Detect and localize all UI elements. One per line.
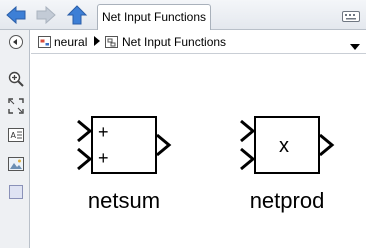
model-canvas[interactable]: + + x netsum netprod: [31, 55, 366, 248]
annotation-icon[interactable]: A: [8, 127, 24, 143]
palette: A: [0, 30, 30, 248]
fit-to-view-icon[interactable]: [8, 98, 24, 114]
breadcrumb-root[interactable]: neural: [54, 34, 87, 50]
up-arrow-icon[interactable]: [66, 4, 88, 26]
input-port-sign: +: [98, 122, 109, 142]
input-port-sign: +: [98, 148, 109, 168]
zoom-in-icon[interactable]: [8, 71, 24, 87]
subsystem-icon: [104, 34, 120, 50]
area-icon[interactable]: [8, 184, 24, 200]
image-icon[interactable]: [8, 156, 24, 172]
netsum-label[interactable]: netsum: [74, 188, 174, 214]
collapse-icon[interactable]: [8, 34, 24, 50]
toolbar: Net Input Functions: [0, 0, 366, 30]
model-icon: [37, 34, 53, 50]
forward-arrow-icon[interactable]: [35, 4, 57, 26]
svg-text:A: A: [11, 131, 17, 140]
breadcrumb-current[interactable]: Net Input Functions: [122, 34, 226, 50]
tab-label: Net Input Functions: [101, 10, 207, 24]
keyboard-icon[interactable]: [342, 9, 360, 27]
chevron-down-icon[interactable]: [350, 39, 360, 53]
back-arrow-icon[interactable]: [5, 4, 27, 26]
tab-net-input-functions[interactable]: Net Input Functions: [97, 4, 211, 30]
netsum-block[interactable]: [77, 116, 172, 174]
netprod-label[interactable]: netprod: [237, 188, 337, 214]
breadcrumb-separator-icon: [93, 35, 101, 50]
breadcrumb: neural Net Input Functions: [31, 30, 366, 54]
product-operator: x: [279, 135, 289, 157]
